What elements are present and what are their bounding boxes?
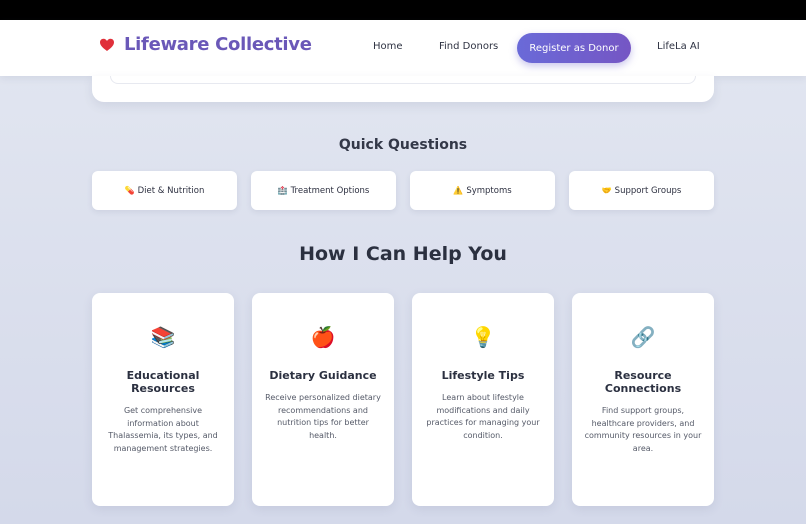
navbar: Lifeware Collective Home Find Donors Reg… — [0, 20, 806, 76]
books-icon: 📚 — [150, 325, 176, 349]
lightbulb-icon: 💡 — [470, 325, 496, 349]
help-section-title: How I Can Help You — [299, 243, 507, 265]
help-card-dietary: 🍎 Dietary Guidance Receive personalized … — [252, 293, 394, 506]
help-card-title: Lifestyle Tips — [441, 369, 525, 382]
heart-icon — [100, 38, 114, 51]
chat-card-bottom — [92, 76, 714, 102]
warning-icon: ⚠️ — [453, 186, 464, 195]
pill-icon: 💊 — [124, 186, 135, 195]
quick-question-support[interactable]: 🤝 Support Groups — [569, 171, 714, 210]
hospital-icon: 🏥 — [277, 186, 288, 195]
help-card-description: Get comprehensive information about Thal… — [108, 406, 218, 453]
help-card-description: Find support groups, healthcare provider… — [584, 406, 702, 453]
browser-top-bar — [0, 0, 806, 20]
apple-icon: 🍎 — [310, 325, 336, 349]
chat-input-edge — [110, 76, 696, 84]
help-card-educational: 📚 Educational Resources Get comprehensiv… — [92, 293, 234, 506]
help-card-lifestyle: 💡 Lifestyle Tips Learn about lifestyle m… — [412, 293, 554, 506]
help-card-description: Learn about lifestyle modifications and … — [426, 393, 540, 440]
nav-lifela-ai-link[interactable]: LifeLa AI — [657, 41, 700, 52]
quick-question-label: Symptoms — [466, 185, 512, 196]
quick-question-label: Diet & Nutrition — [137, 185, 205, 196]
brand[interactable]: Lifeware Collective — [99, 34, 312, 55]
help-card-description: Receive personalized dietary recommendat… — [265, 393, 381, 440]
quick-question-treatment[interactable]: 🏥 Treatment Options — [251, 171, 396, 210]
link-icon: 🔗 — [630, 325, 656, 349]
help-card-title: Educational Resources — [126, 369, 200, 395]
nav-home-link[interactable]: Home — [373, 41, 403, 52]
quick-question-label: Support Groups — [614, 185, 682, 196]
handshake-icon: 🤝 — [601, 186, 612, 195]
help-card-title: Resource Connections — [604, 369, 682, 395]
brand-name: Lifeware Collective — [124, 34, 312, 55]
help-card-resources: 🔗 Resource Connections Find support grou… — [572, 293, 714, 506]
quick-question-symptoms[interactable]: ⚠️ Symptoms — [410, 171, 555, 210]
quick-question-diet[interactable]: 💊 Diet & Nutrition — [92, 171, 237, 210]
help-card-title: Dietary Guidance — [269, 369, 377, 382]
register-donor-button[interactable]: Register as Donor — [517, 33, 631, 63]
quick-question-label: Treatment Options — [290, 185, 370, 196]
quick-questions-title: Quick Questions — [338, 137, 468, 153]
nav-find-donors-link[interactable]: Find Donors — [439, 41, 498, 52]
